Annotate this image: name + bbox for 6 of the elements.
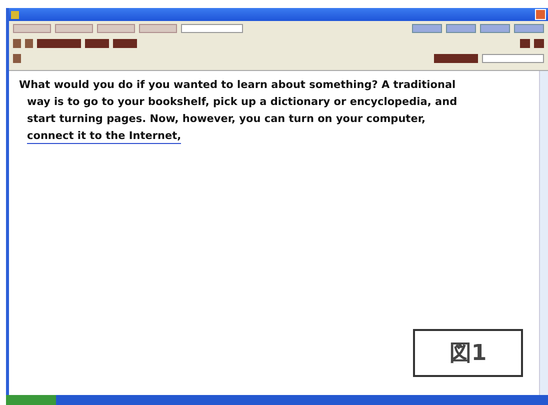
status-field — [434, 54, 478, 62]
dropdown-field[interactable] — [482, 54, 544, 62]
link[interactable]: connect it to the Internet, — [27, 129, 182, 144]
paragraph: What would you do if you wanted to learn about something? A traditional way is to go to your bookshelf, pick up a dictionary or encyclopedia, and start turning pages. Now, however, you can turn on your computer, connect it to the Internet, — [19, 78, 458, 145]
figure-label: 図1 — [413, 329, 523, 377]
dropdown-field[interactable] — [181, 24, 243, 32]
